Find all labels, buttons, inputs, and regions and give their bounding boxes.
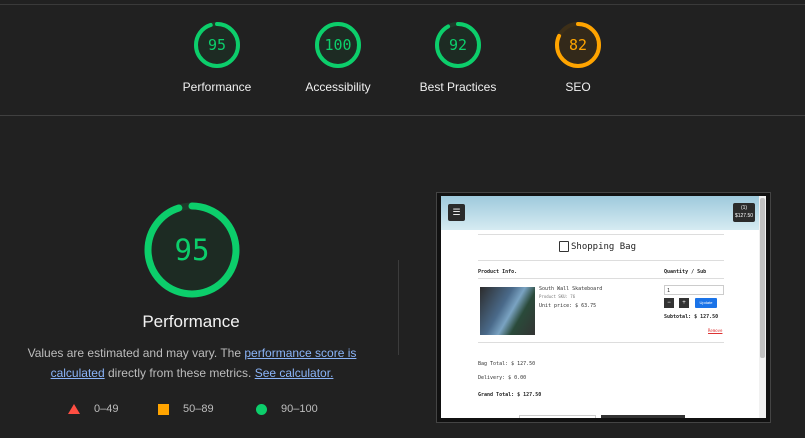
product-info-header: Product Info. <box>478 269 518 275</box>
performance-main-score: 95 <box>175 233 210 267</box>
legend-fail-range: 0–49 <box>94 403 119 415</box>
remove-link: Remove <box>708 328 723 333</box>
legend-pass: 90–100 <box>256 403 318 415</box>
see-calculator-link[interactable]: See calculator. <box>255 366 334 380</box>
square-icon <box>158 403 169 415</box>
delivery: Delivery: $ 0.00 <box>478 375 527 381</box>
performance-main-gauge: 95 <box>142 200 242 300</box>
update-button: Update <box>695 298 717 308</box>
summary-performance[interactable]: 95 Performance <box>147 20 287 94</box>
performance-main-title: Performance <box>142 312 240 331</box>
bag-total: Bag Total: $ 127.50 <box>478 361 536 367</box>
accessibility-label: Accessibility <box>305 80 371 94</box>
seo-score: 82 <box>569 36 587 54</box>
legend-pass-range: 90–100 <box>281 403 318 415</box>
grand-total: Grand Total: $ 127.50 <box>478 392 542 398</box>
scrollbar <box>759 196 766 418</box>
best-practices-score: 92 <box>449 36 467 54</box>
description-text: Values are estimated and may vary. The <box>27 346 245 360</box>
unit-price: Unit price: $ 63.75 <box>539 303 597 309</box>
site-header: ☰ (1) $127.50 <box>441 196 759 230</box>
cart-total: $127.50 <box>734 213 754 219</box>
seo-label: SEO <box>565 80 591 94</box>
plus-button: + <box>679 298 689 308</box>
vertical-divider <box>398 260 399 355</box>
summary-accessibility[interactable]: 100 Accessibility <box>268 20 408 94</box>
score-summary: 95 Performance 100 Accessibility 92 Best… <box>0 0 805 115</box>
quantity-header: Quantity / Sub <box>664 269 707 275</box>
legend-fail: 0–49 <box>68 403 118 415</box>
quantity-field: 1 <box>664 285 724 295</box>
performance-label: Performance <box>182 80 252 94</box>
cart-count: (1) <box>740 205 748 211</box>
legend-average: 50–89 <box>158 403 214 415</box>
product-image <box>480 287 535 335</box>
bag-title: Shopping Bag <box>571 242 637 252</box>
legend-average-range: 50–89 <box>183 403 214 415</box>
product-name: South Wall Skateboard <box>539 286 603 292</box>
subtotal: Subtotal: $ 127.50 <box>664 314 719 320</box>
triangle-icon <box>68 404 80 414</box>
accessibility-gauge: 100 <box>315 22 361 68</box>
best-practices-label: Best Practices <box>419 80 497 94</box>
performance-description: Values are estimated and may vary. The p… <box>22 343 362 383</box>
shopping-bag-icon <box>559 241 569 252</box>
cart-icon: (1) $127.50 <box>733 203 755 222</box>
accessibility-score: 100 <box>324 36 351 54</box>
hamburger-icon: ☰ <box>448 204 465 221</box>
final-screenshot[interactable]: ☰ (1) $127.50 Shopping Bag Product Info.… <box>441 196 766 418</box>
description-text-2: directly from these metrics. <box>104 366 255 380</box>
performance-gauge: 95 <box>194 22 240 68</box>
section-divider <box>0 115 805 116</box>
minus-button: − <box>664 298 674 308</box>
summary-seo[interactable]: 82 SEO <box>508 20 648 94</box>
seo-gauge: 82 <box>555 22 601 68</box>
product-code: Product SKU: 76 <box>539 294 576 299</box>
best-practices-gauge: 92 <box>435 22 481 68</box>
circle-icon <box>256 403 267 415</box>
performance-score: 95 <box>208 36 226 54</box>
summary-best-practices[interactable]: 92 Best Practices <box>388 20 528 94</box>
